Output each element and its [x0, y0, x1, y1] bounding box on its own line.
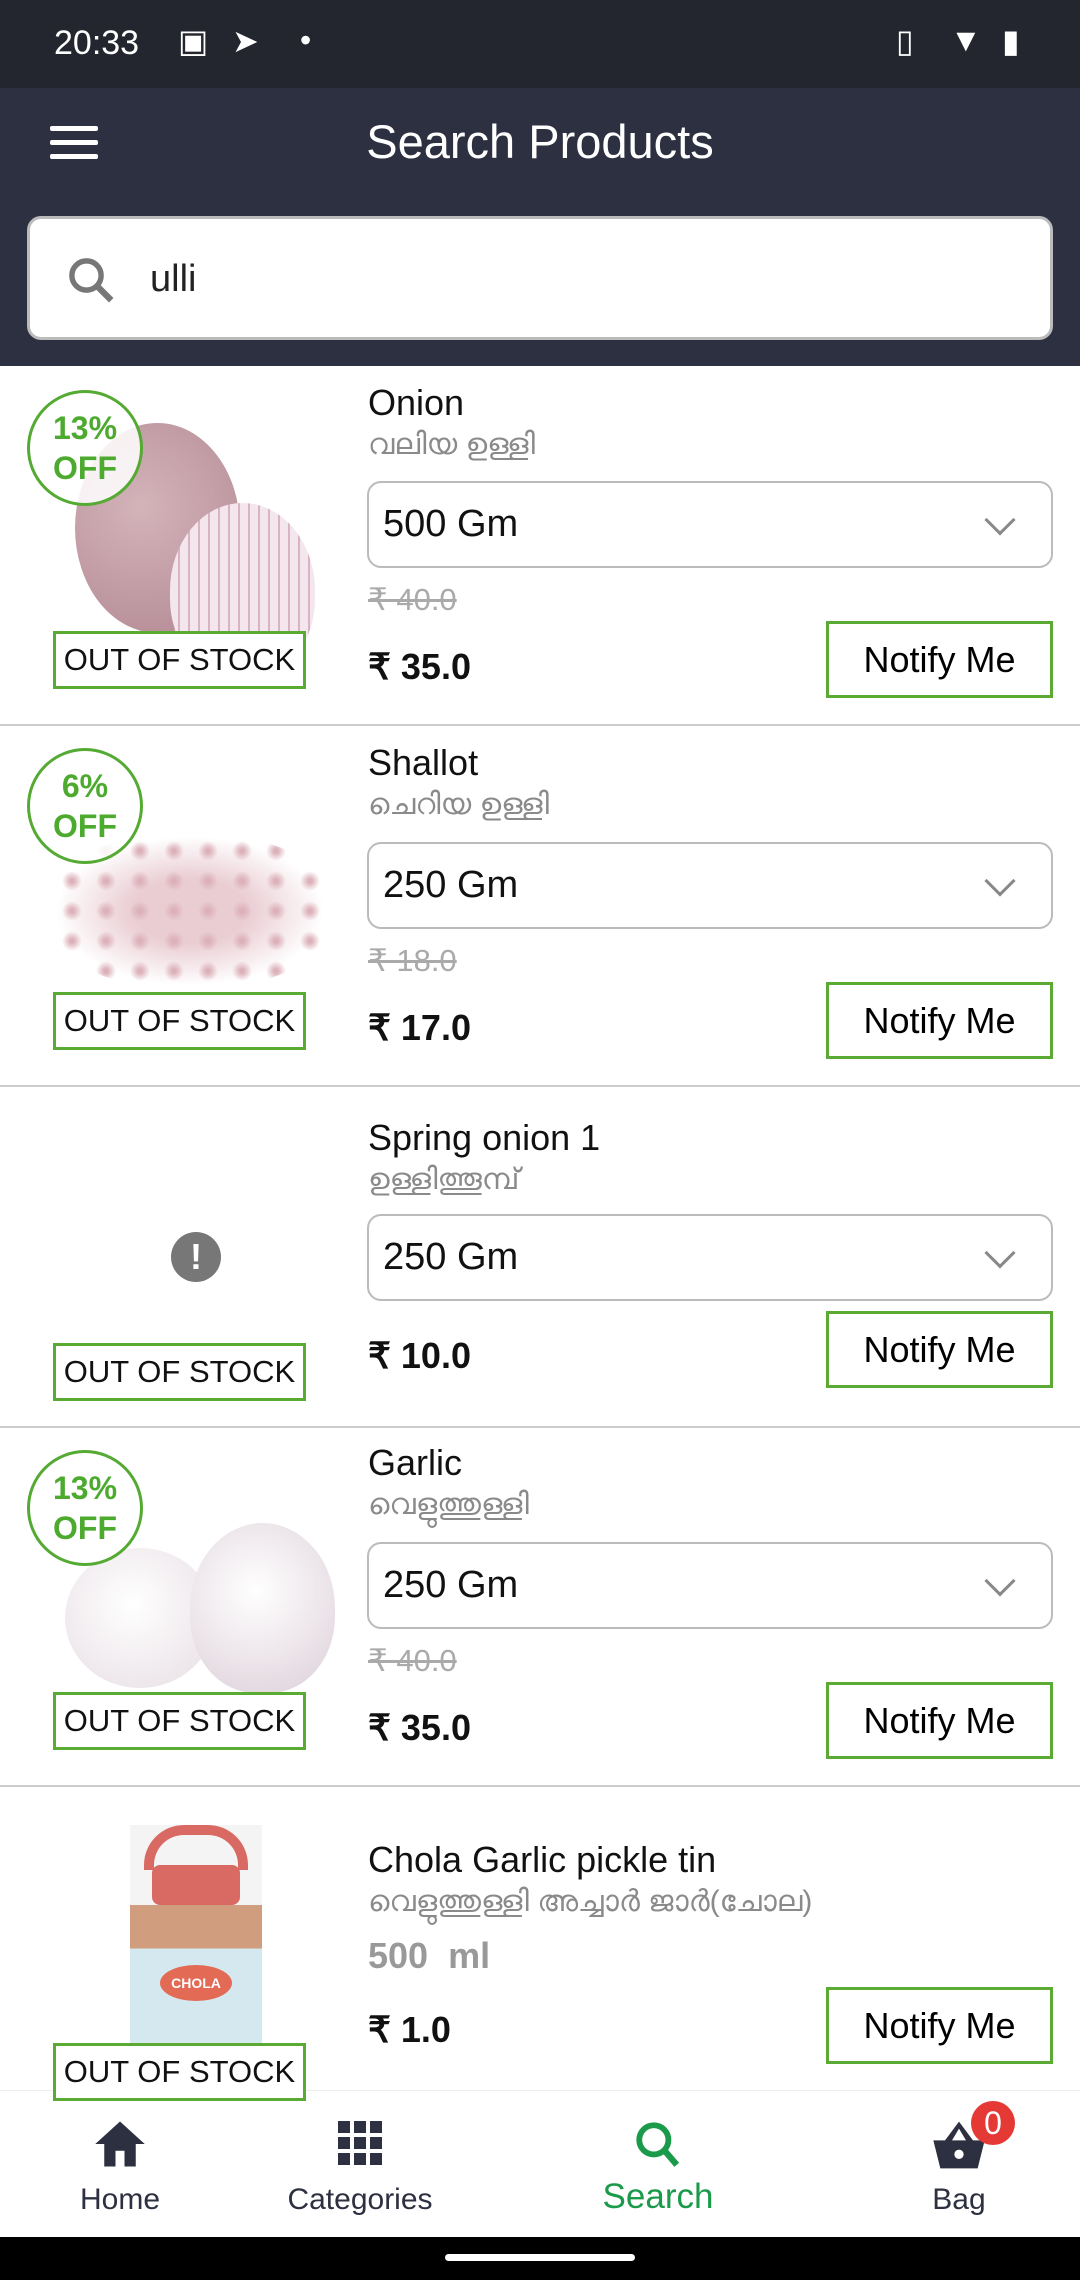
nav-categories[interactable]: Categories — [240, 2091, 480, 2238]
size-select[interactable]: 500 Gm — [367, 481, 1053, 568]
search-bar — [27, 216, 1053, 340]
grid-icon — [338, 2121, 382, 2165]
product-name: Chola Garlic pickle tin — [368, 1839, 717, 1880]
product-row: 6% OFF OUT OF STOCK Shallot ചെറിയ ഉള്ളി 2… — [0, 726, 1080, 1087]
price: ₹ 10.0 — [368, 1335, 471, 1376]
notify-me-button[interactable]: Notify Me — [826, 621, 1053, 698]
product-image: CHOLA — [130, 1825, 262, 2050]
product-local-name: വലിയ ഉള്ളി — [368, 428, 535, 461]
size-select[interactable]: 250 Gm — [367, 1542, 1053, 1629]
bottom-navigation: Home Categories Search 0 Bag — [0, 2090, 1080, 2237]
dot-icon: • — [300, 22, 312, 58]
status-time: 20:33 — [54, 24, 140, 62]
system-navigation-bar — [0, 2237, 1080, 2280]
chevron-down-icon — [984, 504, 1016, 536]
discount-badge: 13% OFF — [27, 1450, 143, 1566]
out-of-stock-label: OUT OF STOCK — [53, 992, 306, 1050]
vibrate-icon: ▯ — [896, 23, 914, 59]
price: ₹ 17.0 — [368, 1007, 471, 1048]
wifi-icon: ▼ — [950, 22, 982, 58]
product-row: 13% OFF OUT OF STOCK Onion വലിയ ഉള്ളി 500… — [0, 368, 1080, 726]
search-input[interactable] — [150, 249, 1010, 309]
nav-home[interactable]: Home — [0, 2091, 240, 2238]
status-bar: 20:33 ▣ ➤ • ▯ ▼ ▮ — [0, 0, 1080, 88]
product-name: Onion — [368, 382, 465, 423]
product-local-name: വെളുത്തുള്ളി അച്ചാർ ജാർ(ചോല) — [368, 1885, 813, 1918]
price: ₹ 1.0 — [368, 2009, 451, 2050]
out-of-stock-label: OUT OF STOCK — [53, 1692, 306, 1750]
nav-search[interactable]: Search — [538, 2091, 778, 2238]
search-icon — [636, 2122, 680, 2167]
product-row: ! OUT OF STOCK Spring onion 1 ഉള്ളിത്തൂമ… — [0, 1087, 1080, 1428]
size-select[interactable]: 250 Gm — [367, 1214, 1053, 1301]
out-of-stock-label: OUT OF STOCK — [53, 1343, 306, 1401]
price: ₹ 35.0 — [368, 1707, 471, 1748]
app-header: Search Products — [0, 88, 1080, 366]
bag-count-badge: 0 — [971, 2101, 1015, 2145]
notify-me-button[interactable]: Notify Me — [826, 1682, 1053, 1759]
product-local-name: ചെറിയ ഉള്ളി — [368, 788, 550, 821]
product-name: Shallot — [368, 742, 479, 783]
out-of-stock-label: OUT OF STOCK — [53, 631, 306, 689]
chevron-down-icon — [984, 1565, 1016, 1597]
old-price: ₹ 40.0 — [368, 582, 457, 617]
image-icon: ▣ — [178, 23, 209, 59]
nav-bag[interactable]: 0 Bag — [839, 2091, 1079, 2238]
product-image-label: CHOLA — [160, 1965, 232, 2001]
product-name: Spring onion 1 — [368, 1117, 601, 1158]
notify-me-button[interactable]: Notify Me — [826, 982, 1053, 1059]
product-local-name: വെളുത്തുള്ളി — [368, 1488, 529, 1521]
product-image-bulb — [190, 1523, 335, 1693]
product-row: CHOLA OUT OF STOCK Chola Garlic pickle t… — [0, 1787, 1080, 2101]
product-row: 13% OFF OUT OF STOCK Garlic വെളുത്തുള്ളി … — [0, 1428, 1080, 1787]
price: ₹ 35.0 — [368, 646, 471, 687]
home-icon — [95, 2121, 145, 2167]
discount-badge: 6% OFF — [27, 748, 143, 864]
page-title: Search Products — [366, 115, 714, 168]
product-name: Garlic — [368, 1442, 463, 1483]
image-error-icon: ! — [171, 1232, 221, 1282]
out-of-stock-label: OUT OF STOCK — [53, 2043, 306, 2101]
battery-icon: ▮ — [1002, 23, 1020, 59]
notify-me-button[interactable]: Notify Me — [826, 1987, 1053, 2064]
discount-badge: 13% OFF — [27, 390, 143, 506]
chevron-down-icon — [984, 1237, 1016, 1269]
old-price: ₹ 40.0 — [368, 1643, 457, 1678]
size-select[interactable]: 250 Gm — [367, 842, 1053, 929]
home-gesture-handle[interactable] — [445, 2254, 635, 2261]
product-size: 500 ml — [368, 1935, 491, 1976]
search-icon — [69, 258, 114, 303]
old-price: ₹ 18.0 — [368, 943, 457, 978]
product-local-name: ഉള്ളിത്തൂമ്പ് — [368, 1163, 520, 1196]
notify-me-button[interactable]: Notify Me — [826, 1311, 1053, 1388]
chevron-down-icon — [984, 865, 1016, 897]
telegram-icon: ➤ — [232, 23, 259, 59]
